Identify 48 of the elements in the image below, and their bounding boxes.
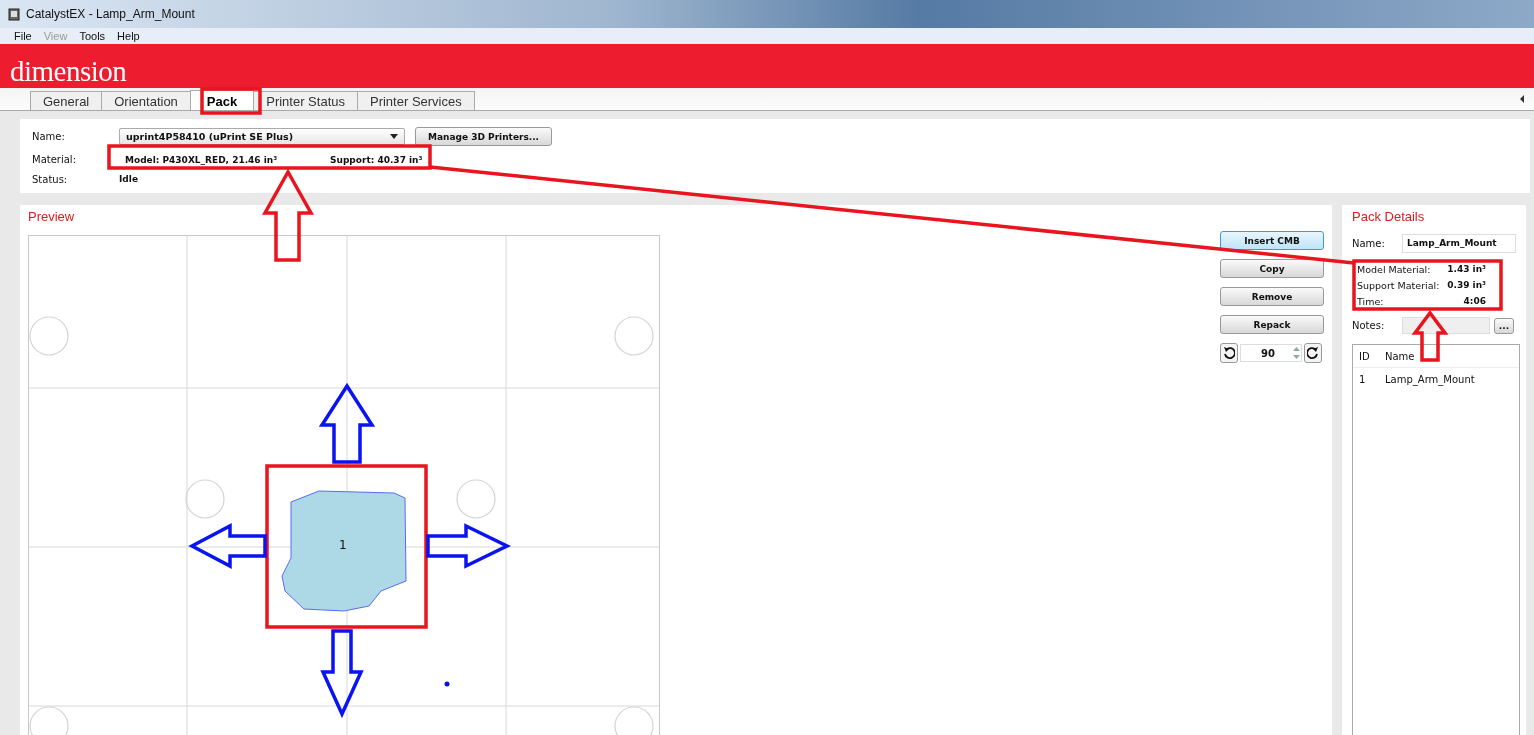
table-cell-text: Lamp_Arm_Mount (1384, 373, 1475, 385)
field-label: Material: (32, 154, 77, 166)
field-label: Status: (32, 173, 69, 185)
menu-item[interactable]: File (14, 30, 32, 42)
app-icon (8, 7, 20, 21)
plate-marker-icon (614, 316, 654, 356)
action-button[interactable]: Remove (1220, 287, 1324, 306)
highlight-box (200, 87, 262, 115)
part-outline[interactable] (281, 490, 407, 612)
panel-title: Preview (28, 209, 76, 226)
manage-printers-button[interactable]: Manage 3D Printers... (415, 127, 553, 147)
tab[interactable]: General (30, 91, 103, 110)
action-button[interactable]: Copy (1220, 259, 1324, 278)
stat-label: Model Material: (1357, 264, 1431, 277)
tab[interactable]: Orientation (101, 91, 191, 110)
stat-label: Support Material: (1357, 280, 1440, 293)
action-button[interactable]: Repack (1220, 315, 1324, 334)
stat-label: Time: (1357, 296, 1384, 309)
point-marker (444, 681, 450, 687)
support-material-value: Support: 40.37 in³ (330, 155, 423, 165)
pack-name-field[interactable]: Lamp_Arm_Mount (1402, 234, 1516, 253)
part-label: 1 (339, 538, 347, 552)
column-header[interactable]: ID (1353, 350, 1383, 362)
tab[interactable]: Printer Status (253, 91, 358, 110)
rotation-field[interactable]: 90 (1240, 344, 1302, 362)
notes-button[interactable]: ... (1494, 317, 1514, 334)
stat-value: 4:06 (1463, 296, 1486, 308)
column-header[interactable]: Name (1383, 350, 1415, 362)
dropdown-arrow-icon (390, 134, 398, 140)
stat-value: 1.43 in³ (1447, 264, 1486, 276)
window-title: CatalystEX - Lamp_Arm_Mount (26, 7, 195, 21)
field-label: Name: (1352, 238, 1386, 249)
plate-marker-icon (456, 479, 496, 519)
menu-item[interactable]: Help (117, 30, 140, 42)
logo: dimension (10, 54, 127, 88)
field-label: Notes: (1352, 320, 1386, 331)
action-button[interactable]: Insert CMB (1220, 231, 1324, 250)
status-value: Idle (119, 174, 138, 185)
scroll-left-icon[interactable] (1518, 94, 1526, 104)
menu-item[interactable]: Tools (79, 30, 106, 42)
rotate-left-button[interactable] (1220, 343, 1238, 363)
stat-value: 0.39 in³ (1447, 280, 1486, 292)
panel-title: Pack Details (1352, 209, 1426, 226)
table-cell-text: 1 (1358, 373, 1367, 385)
model-material-value: Model: P430XL_RED, 21.46 in³ (124, 155, 279, 165)
field-label: Name: (32, 131, 66, 143)
tab[interactable]: Printer Services (357, 91, 475, 110)
rotate-right-button[interactable] (1304, 343, 1322, 363)
